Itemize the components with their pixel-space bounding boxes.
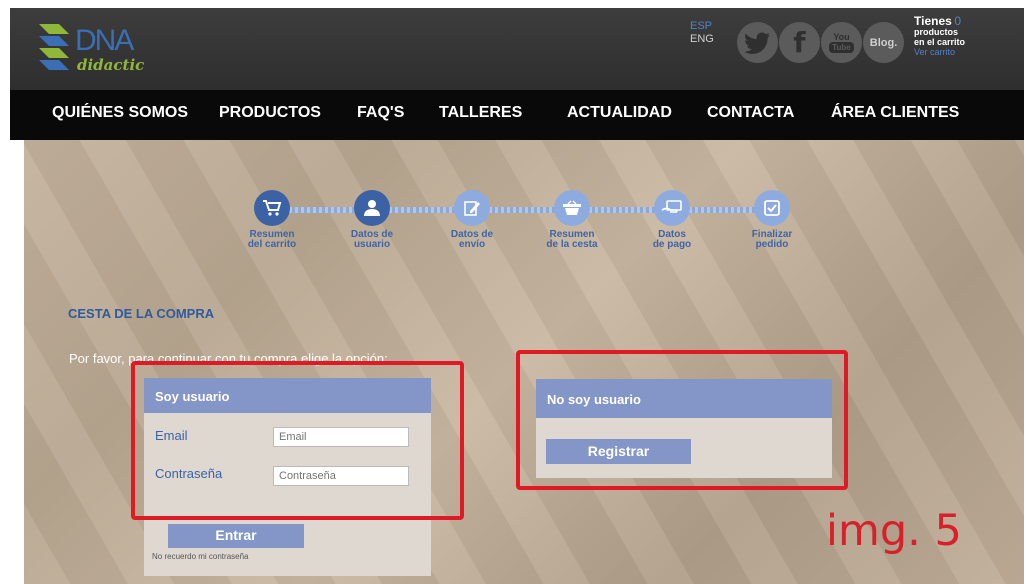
login-button[interactable]: Entrar [168,524,304,548]
step-resumen-carrito[interactable]: Resumen del carrito [232,190,312,250]
highlight-register [516,350,848,490]
checkbox-icon [754,190,790,226]
cart-line-products: productos [914,27,958,37]
page-title: CESTA DE LA COMPRA [68,306,215,321]
highlight-login [131,361,464,520]
nav-item-area-clientes[interactable]: ÁREA CLIENTES [831,104,959,122]
youtube-top-text: You [833,32,850,42]
step-datos-envio[interactable]: Datos de envío [432,190,512,250]
twitter-icon[interactable] [737,22,778,63]
nav-item-quienes-somos[interactable]: QUIÉNES SOMOS [52,104,188,122]
nav-item-faqs[interactable]: FAQ'S [357,104,404,122]
main-nav: QUIÉNES SOMOS PRODUCTOS FAQ'S TALLERES A… [10,90,1024,140]
lang-eng[interactable]: ENG [690,33,714,46]
view-cart-link[interactable]: Ver carrito [914,47,965,57]
step-sublabel-3: envío [458,239,486,250]
step-resumen-cesta[interactable]: Resumen de la cesta [532,190,612,250]
edit-icon [454,190,490,226]
step-sublabel-4: de la cesta [546,239,598,250]
logo-subtext: didactic [77,56,145,74]
nav-item-contacta[interactable]: CONTACTA [707,104,794,122]
page: DNA didactic ESP ENG f You Tube Blog. Ti… [10,8,1024,584]
user-icon [354,190,390,226]
basket-icon [554,190,590,226]
step-finalizar-pedido[interactable]: Finalizar pedido [732,190,812,250]
youtube-icon[interactable]: You Tube [821,22,862,63]
logo[interactable]: DNA didactic [35,18,145,80]
nav-item-actualidad[interactable]: ACTUALIDAD [567,104,672,122]
language-switcher: ESP ENG [690,20,714,46]
cart-summary: Tienes 0 productos en el carrito Ver car… [914,14,966,57]
nav-item-productos[interactable]: PRODUCTOS [219,104,321,122]
lang-esp[interactable]: ESP [690,20,714,33]
nav-item-talleres[interactable]: TALLERES [439,104,522,122]
twitter-bird-icon [744,32,770,54]
cart-icon [254,190,290,226]
cart-count: 0 [954,14,962,28]
step-sublabel-6: pedido [755,239,789,250]
annotation-label: img. 5 [826,506,962,556]
logo-icon [39,24,69,70]
forgot-password-link[interactable]: No recuerdo mi contraseña [152,552,249,561]
step-sublabel-5: de pago [652,239,692,250]
header: DNA didactic ESP ENG f You Tube Blog. Ti… [10,8,1024,90]
facebook-icon[interactable]: f [779,22,820,63]
blog-icon[interactable]: Blog. [863,22,904,63]
step-sublabel-2: usuario [353,239,391,250]
step-sublabel-1: del carrito [247,239,297,250]
logo-text: DNA [75,24,134,57]
step-datos-usuario[interactable]: Datos de usuario [332,190,412,250]
card-hand-icon [654,190,690,226]
cart-line-in-cart: en el carrito [914,37,966,47]
step-datos-pago[interactable]: Datos de pago [632,190,712,250]
cart-heading: Tienes [914,14,952,28]
youtube-bottom-text: Tube [829,42,854,53]
